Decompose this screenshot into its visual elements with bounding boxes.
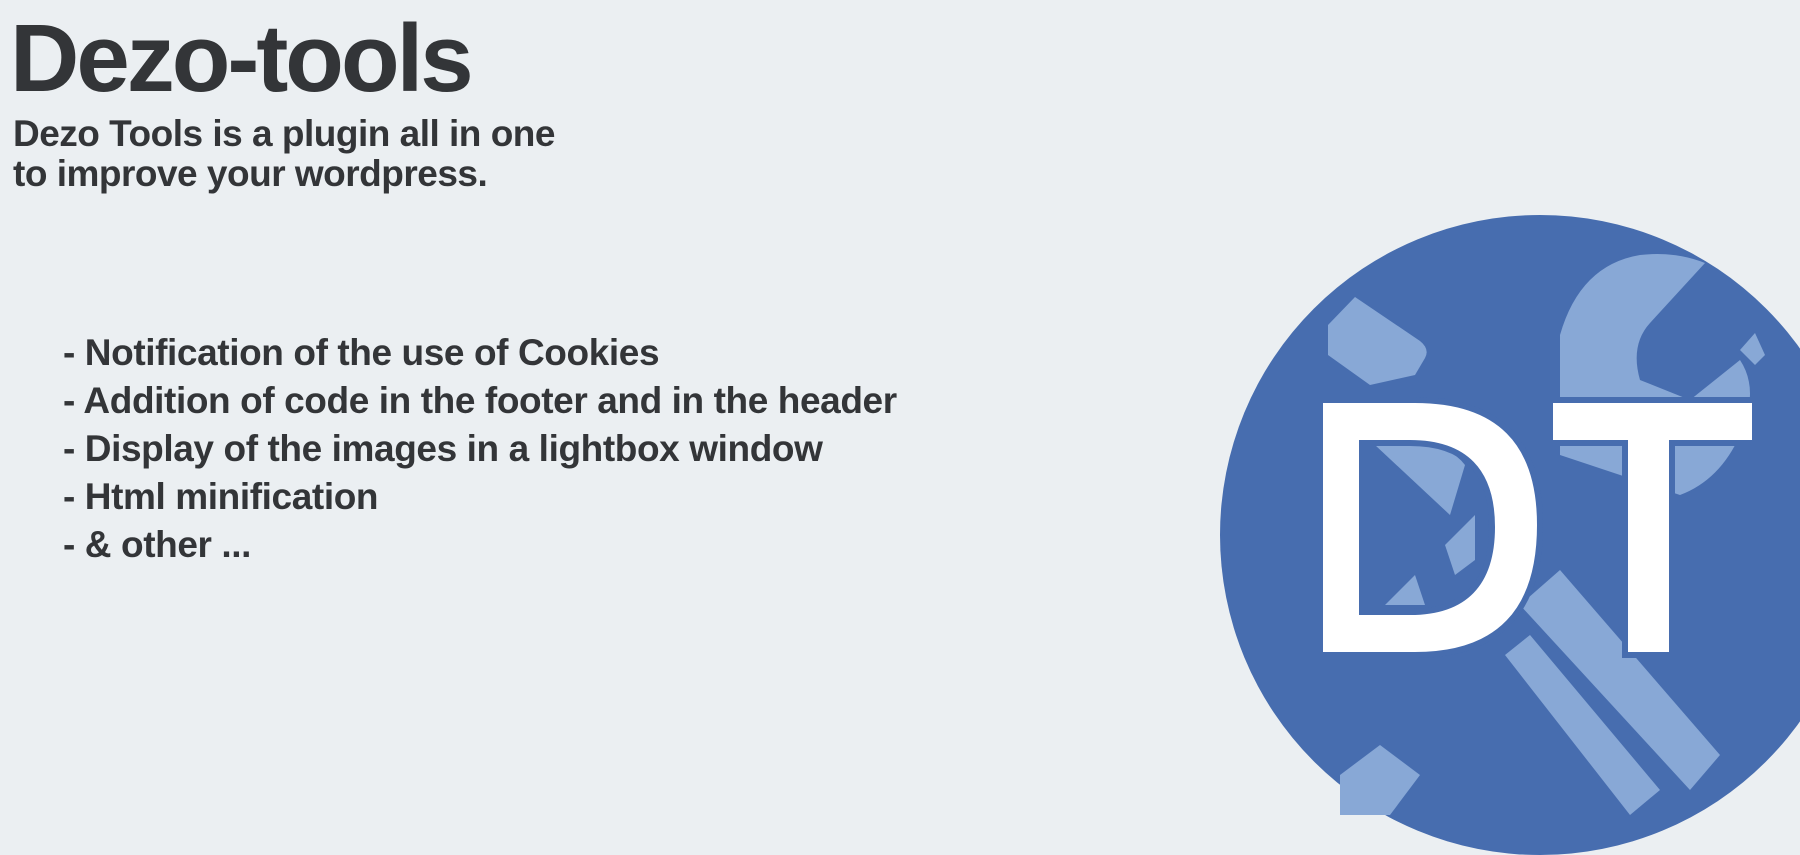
feature-item-other: - & other ...	[63, 524, 252, 565]
tagline: Dezo Tools is a plugin all in one to imp…	[13, 114, 555, 194]
feature-item-lightbox: - Display of the images in a lightbox wi…	[63, 428, 823, 469]
feature-item-code-injection: - Addition of code in the footer and in …	[63, 380, 897, 421]
feature-list: - Notification of the use of Cookies - A…	[63, 329, 897, 569]
dt-logo: DT	[1220, 215, 1800, 855]
page-title: Dezo-tools	[10, 5, 474, 112]
tagline-line-1: Dezo Tools is a plugin all in one	[13, 113, 555, 154]
feature-item-cookies: - Notification of the use of Cookies	[63, 332, 660, 373]
logo-text: DT	[1220, 215, 1222, 216]
feature-item-html-minification: - Html minification	[63, 476, 379, 517]
tagline-line-2: to improve your wordpress.	[13, 153, 488, 194]
